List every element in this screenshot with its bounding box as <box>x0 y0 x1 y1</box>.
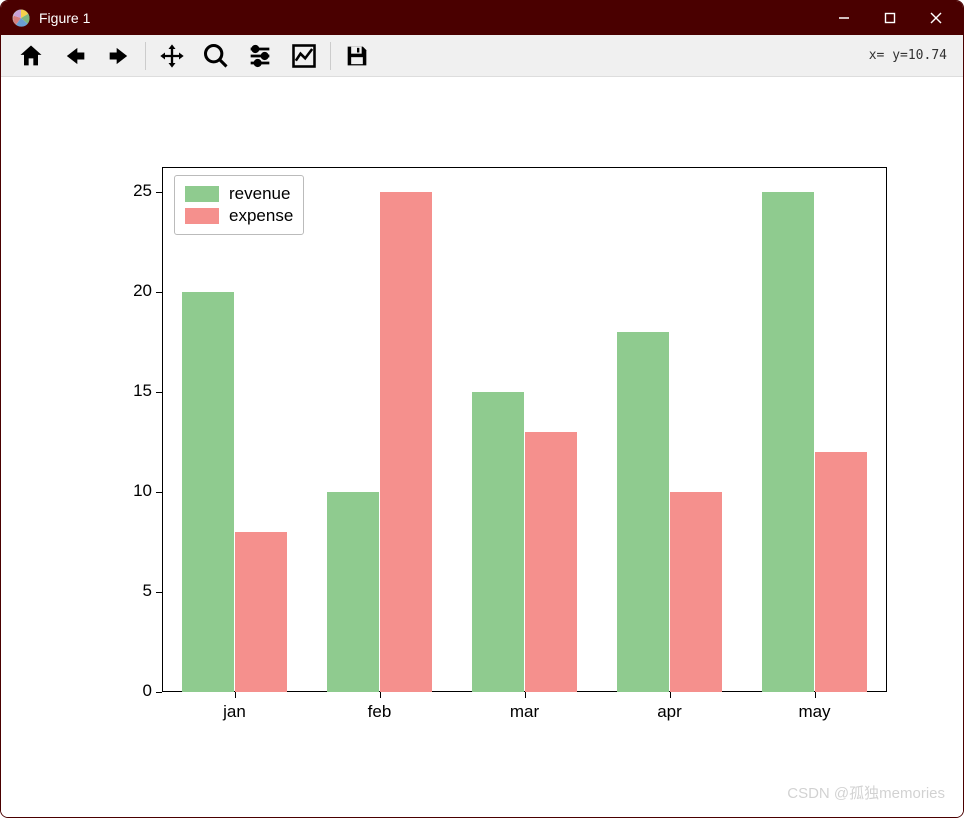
legend-swatch <box>185 208 219 224</box>
ytick-mark <box>156 692 162 693</box>
xtick-mark <box>235 692 236 698</box>
bar-revenue <box>762 192 814 692</box>
watermark: CSDN @孤独memories <box>787 782 945 803</box>
xtick-label: apr <box>630 702 710 722</box>
forward-button[interactable] <box>97 38 141 74</box>
bar-expense <box>235 532 287 692</box>
toolbar-separator <box>145 42 146 70</box>
figure-area[interactable]: 0510152025janfebmaraprmayrevenueexpense … <box>1 77 963 817</box>
minimize-button[interactable] <box>821 1 867 35</box>
ytick-mark <box>156 392 162 393</box>
xtick-mark <box>815 692 816 698</box>
pan-button[interactable] <box>150 38 194 74</box>
window: Figure 1 <box>0 0 964 818</box>
plot-container: 0 5 10 15 20 25 jan feb mar apr may revenueexpense <box>52 127 912 767</box>
ytick-label: 25 <box>114 181 152 201</box>
bar-expense <box>670 492 722 692</box>
bar-expense <box>525 432 577 692</box>
xtick-mark <box>525 692 526 698</box>
bar-revenue <box>182 292 234 692</box>
zoom-button[interactable] <box>194 38 238 74</box>
ytick-label: 15 <box>114 381 152 401</box>
legend-label: revenue <box>229 184 290 204</box>
ytick-mark <box>156 492 162 493</box>
bar-expense <box>380 192 432 692</box>
legend-entry: expense <box>185 206 293 226</box>
legend-swatch <box>185 186 219 202</box>
window-controls <box>821 1 959 35</box>
xtick-label: may <box>775 702 855 722</box>
ytick-label: 0 <box>114 681 152 701</box>
window-title: Figure 1 <box>39 10 821 26</box>
legend-label: expense <box>229 206 293 226</box>
ytick-label: 5 <box>114 581 152 601</box>
xtick-mark <box>670 692 671 698</box>
titlebar[interactable]: Figure 1 <box>1 1 963 35</box>
back-button[interactable] <box>53 38 97 74</box>
coordinate-readout: x= y=10.74 <box>869 48 955 63</box>
xtick-label: feb <box>340 702 420 722</box>
maximize-button[interactable] <box>867 1 913 35</box>
toolbar-separator <box>330 42 331 70</box>
xtick-label: mar <box>485 702 565 722</box>
close-button[interactable] <box>913 1 959 35</box>
bar-revenue <box>472 392 524 692</box>
xtick-mark <box>380 692 381 698</box>
legend-entry: revenue <box>185 184 293 204</box>
bar-revenue <box>617 332 669 692</box>
xtick-label: jan <box>195 702 275 722</box>
ytick-label: 20 <box>114 281 152 301</box>
ytick-mark <box>156 592 162 593</box>
toolbar: x= y=10.74 <box>1 35 963 77</box>
save-button[interactable] <box>335 38 379 74</box>
ytick-label: 10 <box>114 481 152 501</box>
legend[interactable]: revenueexpense <box>174 175 304 235</box>
axes-edit-button[interactable] <box>282 38 326 74</box>
bar-revenue <box>327 492 379 692</box>
configure-button[interactable] <box>238 38 282 74</box>
home-button[interactable] <box>9 38 53 74</box>
bar-expense <box>815 452 867 692</box>
matplotlib-icon <box>11 8 31 28</box>
ytick-mark <box>156 292 162 293</box>
ytick-mark <box>156 192 162 193</box>
